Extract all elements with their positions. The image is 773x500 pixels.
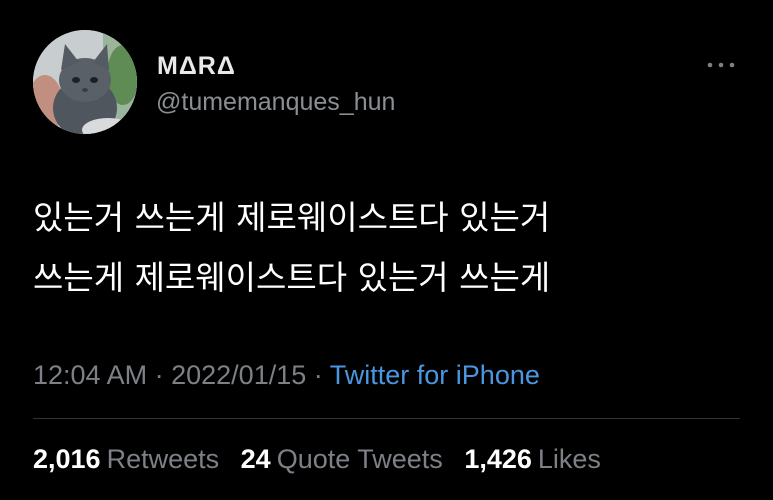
likes-label: Likes — [537, 444, 601, 474]
user-handle[interactable]: @tumemanques_hun — [156, 88, 395, 117]
tweet-time[interactable]: 12:04 AM — [33, 360, 147, 390]
tweet-card: MΔRΔ @tumemanques_hun 있는거 쓰는게 제로웨이스트다 있는… — [0, 0, 773, 500]
retweets-stat[interactable]: 2,016 Retweets — [33, 444, 219, 474]
retweets-count: 2,016 — [33, 444, 101, 474]
retweets-label: Retweets — [106, 444, 220, 474]
meta-separator: · — [313, 360, 323, 390]
meta-separator: · — [154, 360, 164, 390]
tweet-text-line: 있는거 쓰는게 제로웨이스트다 있는거 — [33, 198, 551, 237]
likes-stat[interactable]: 1,426 Likes — [464, 444, 601, 474]
display-name[interactable]: MΔRΔ — [157, 52, 236, 81]
tweet-text: 있는거 쓰는게 제로웨이스트다 있는거 쓰는게 제로웨이스트다 있는거 쓰는게 — [33, 188, 733, 308]
tweet-metadata: 12:04 AM · 2022/01/15 · Twitter for iPho… — [33, 360, 540, 391]
tweet-stats: 2,016 Retweets 24 Quote Tweets 1,426 Likes — [33, 444, 615, 475]
quote-tweets-stat[interactable]: 24 Quote Tweets — [241, 444, 443, 474]
likes-count: 1,426 — [464, 444, 532, 474]
more-options-icon[interactable] — [706, 58, 736, 72]
tweet-text-line: 쓰는게 제로웨이스트다 있는거 쓰는게 — [33, 258, 551, 297]
kitten-photo-image — [33, 30, 137, 134]
tweet-source-link[interactable]: Twitter for iPhone — [330, 360, 540, 390]
quote-tweets-label: Quote Tweets — [276, 444, 443, 474]
avatar[interactable] — [33, 30, 137, 134]
quote-tweets-count: 24 — [240, 444, 271, 474]
divider — [33, 418, 740, 419]
tweet-date[interactable]: 2022/01/15 — [171, 360, 306, 390]
